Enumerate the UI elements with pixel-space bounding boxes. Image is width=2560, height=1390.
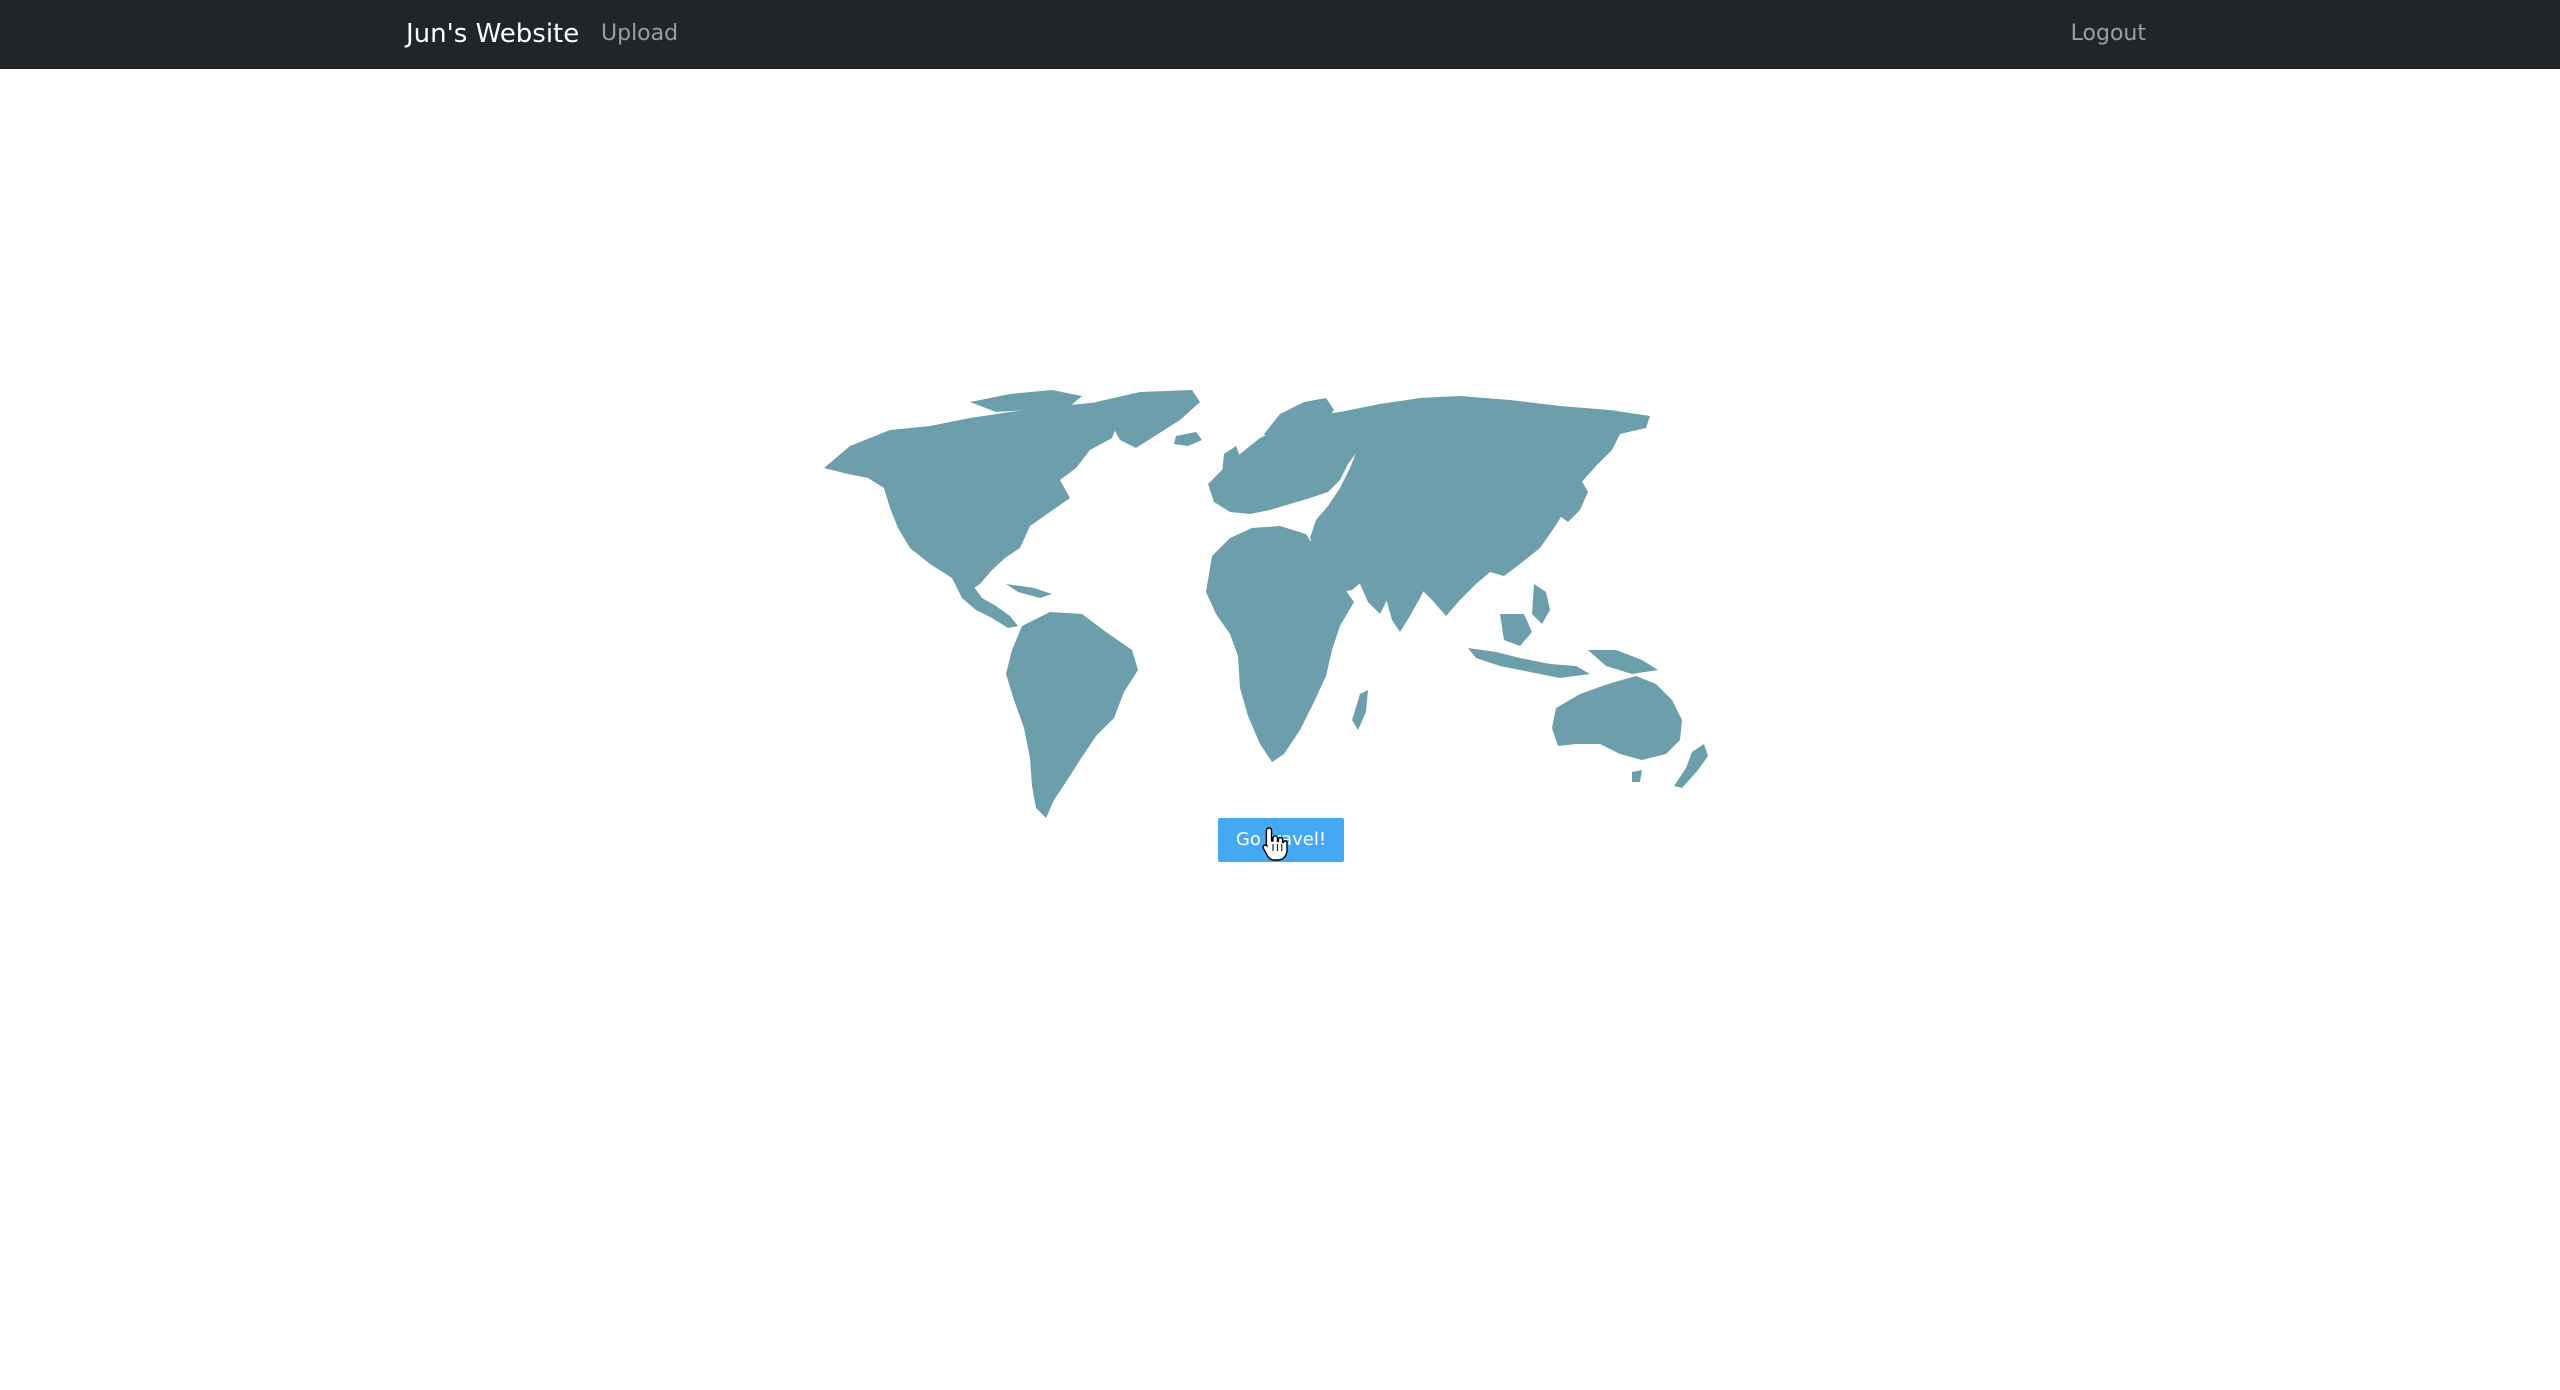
north-america-shape (824, 402, 1120, 592)
brand-link[interactable]: Jun's Website (406, 15, 579, 53)
new-guinea-shape (1588, 650, 1658, 674)
iceland-shape (1174, 432, 1202, 446)
india-shape (1380, 566, 1430, 632)
central-america-shape (952, 578, 1018, 628)
world-map-icon (820, 388, 1740, 824)
asia-shape (1310, 396, 1650, 616)
new-zealand-shape (1674, 744, 1708, 788)
south-america-shape (1006, 612, 1138, 818)
top-navbar: Jun's Website Upload Logout (0, 0, 2560, 69)
southeast-asia-shape (1468, 648, 1590, 678)
caribbean-shape (1006, 584, 1052, 598)
nav-upload-link[interactable]: Upload (601, 17, 678, 51)
madagascar-shape (1352, 690, 1368, 730)
nav-logout-link[interactable]: Logout (2071, 17, 2146, 51)
australia-shape (1552, 676, 1682, 760)
borneo-shape (1500, 614, 1532, 646)
philippines-shape (1532, 584, 1550, 624)
tasmania-shape (1632, 770, 1642, 782)
hand-pointer-icon (1262, 826, 1288, 862)
